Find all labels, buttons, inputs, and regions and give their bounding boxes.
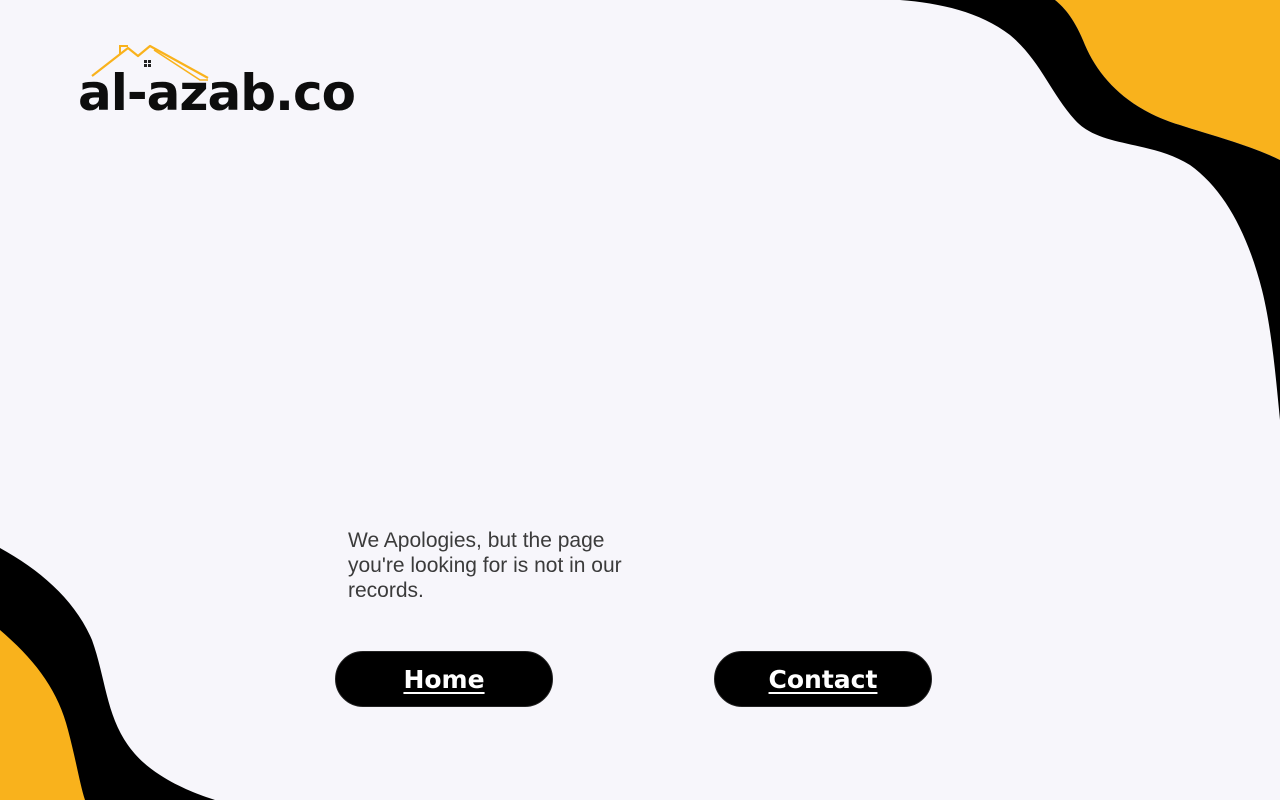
contact-button[interactable]: Contact — [714, 651, 932, 707]
error-page: al-azab.co We Apologies, but the page yo… — [0, 0, 1280, 800]
brand-logo[interactable]: al-azab.co — [78, 40, 378, 130]
logo-wordmark: al-azab.co — [78, 64, 356, 122]
error-message: We Apologies, but the page you're lookin… — [348, 529, 622, 602]
home-button[interactable]: Home — [335, 651, 553, 707]
